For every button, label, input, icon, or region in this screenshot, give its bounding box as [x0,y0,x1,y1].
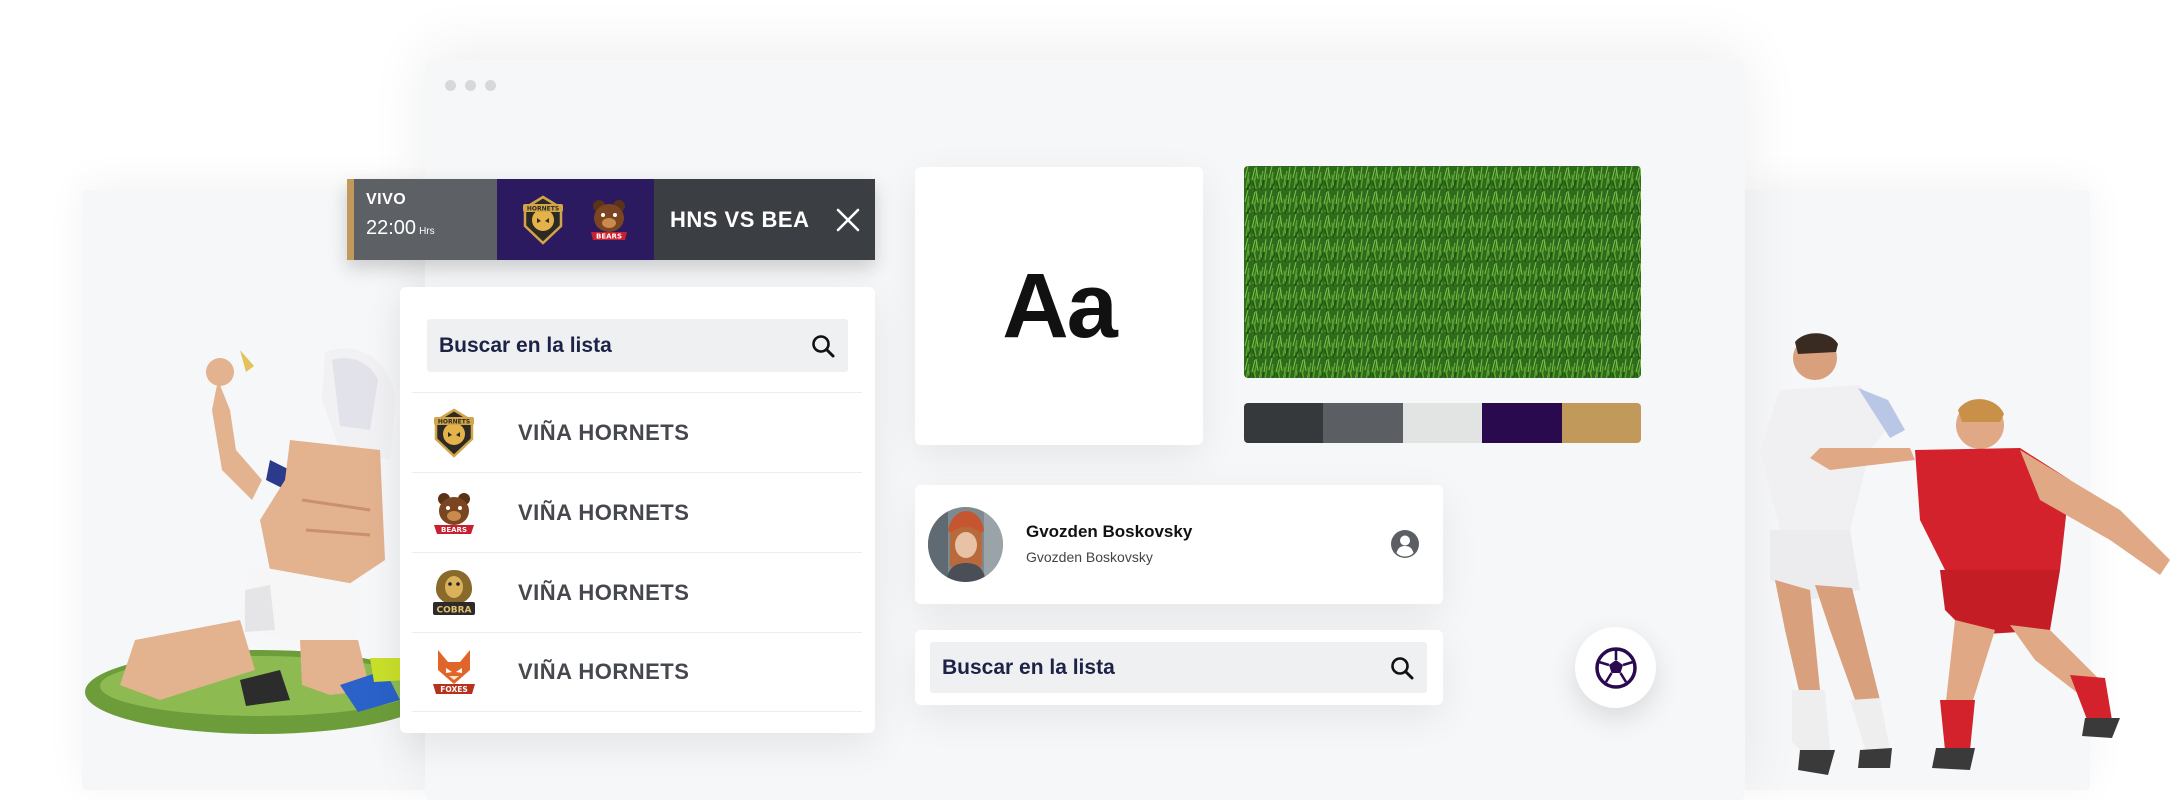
team-name: VIÑA HORNETS [518,659,690,684]
bears-logo: BEARS [590,199,627,240]
team-search-placeholder: Buscar en la lista [439,333,612,357]
soccer-ball-button[interactable] [1575,627,1656,708]
match-time-unit: Hrs [419,226,435,237]
bears-logo: BEARS [434,492,474,534]
search-card: Buscar en la lista [915,630,1443,705]
team-logo-text: FOXES [440,685,468,694]
grass-texture [1244,166,1641,378]
team-list-item[interactable]: HORNETS VIÑA HORNETS [412,392,862,472]
window-dot[interactable] [465,80,476,91]
team-name: VIÑA HORNETS [518,499,690,525]
team-name: VIÑA HORNETS [518,579,690,605]
team-logo-text: HORNETS [438,418,470,425]
search-icon[interactable] [810,333,836,359]
palette-swatch[interactable] [1244,403,1324,443]
user-circle-icon[interactable] [1390,529,1420,559]
user-subtitle: Gvozden Boskovsky [1026,549,1153,565]
live-match-info: HNS VS BEA [654,179,875,260]
avatar-image [928,507,1003,582]
live-status-label: VIVO [366,191,407,208]
live-match-bar: VIVO 22:00 Hrs HORNETS BEARS HNS VS BEA [347,179,875,260]
team-logo-text: COBRA [436,605,471,615]
window-controls [445,80,496,91]
search-icon[interactable] [1389,655,1415,681]
close-icon[interactable] [835,207,861,233]
palette-swatch[interactable] [1482,403,1562,443]
user-name: Gvozden Boskovsky [1026,522,1193,541]
color-palette [1244,403,1641,443]
hornets-logo: HORNETS [434,408,474,458]
match-title: HNS VS BEA [670,206,810,232]
window-dot[interactable] [485,80,496,91]
palette-swatch[interactable] [1561,403,1641,443]
soccer-ball-icon [1594,646,1637,689]
team-list-item[interactable]: BEARS VIÑA HORNETS [412,472,862,552]
team-name: VIÑA HORNETS [518,419,690,445]
team-list-panel: Buscar en la lista HORNETS VIÑA HORNETS [400,287,875,733]
fighting-players-image [1760,333,2170,775]
list-search-input[interactable]: Buscar en la lista [930,642,1427,693]
palette-swatch[interactable] [1323,403,1403,443]
hornets-logo: HORNETS [522,195,563,245]
match-time: 22:00 Hrs [366,217,497,240]
foxes-logo: FOXES [433,650,475,694]
team-search-input[interactable]: Buscar en la lista [427,319,848,372]
window-dot[interactable] [445,80,456,91]
team-list: HORNETS VIÑA HORNETS BEARS VIÑA HORNETS [412,392,862,712]
avatar[interactable] [928,507,1003,582]
user-card: Gvozden Boskovsky Gvozden Boskovsky [915,485,1443,604]
typography-card: Aa [915,167,1203,445]
team-list-item[interactable]: FOXES VIÑA HORNETS [412,632,862,712]
live-accent-stripe [347,179,354,260]
live-time-box: VIVO 22:00 Hrs [354,179,497,260]
typography-sample: Aa [1002,254,1118,357]
cobra-logo: COBRA [433,569,475,615]
celebrating-player-image [85,348,420,734]
grass-texture-image [1244,166,1641,378]
team-list-item[interactable]: COBRA VIÑA HORNETS [412,552,862,632]
palette-swatch[interactable] [1402,403,1483,443]
list-search-placeholder: Buscar en la lista [942,655,1115,679]
bears-logo-text: BEARS [596,232,622,240]
match-team-logos: HORNETS BEARS [497,179,654,260]
team-logo-text: BEARS [441,526,467,534]
hornets-logo-text: HORNETS [526,205,558,212]
match-time-value: 22:00 [366,217,417,239]
